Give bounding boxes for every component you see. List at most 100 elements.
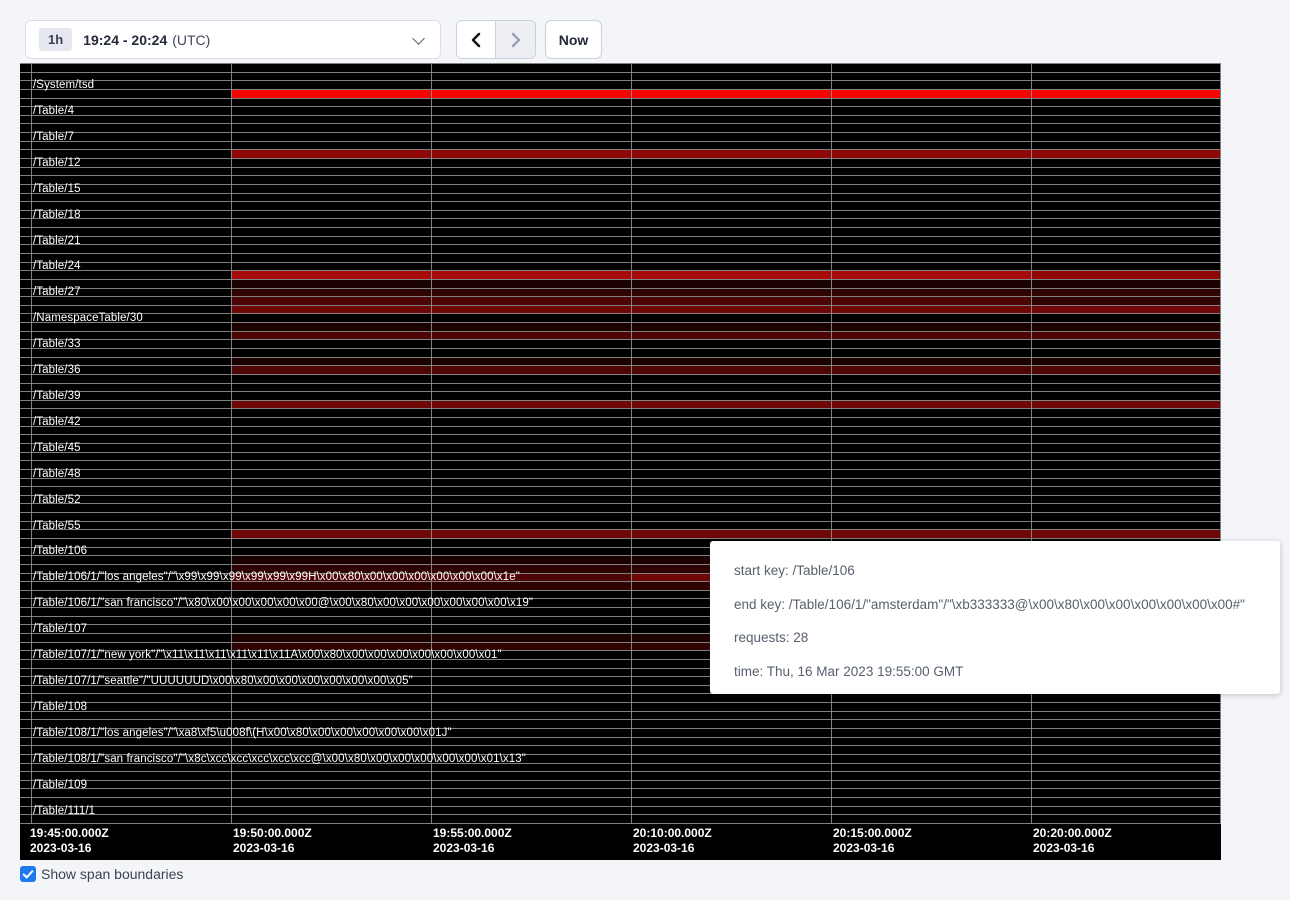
x-axis-tick: 20:15:00.000Z2023-03-16	[833, 826, 912, 856]
heat-band	[231, 90, 431, 98]
heat-band	[631, 530, 831, 538]
tooltip-time: time: Thu, 16 Mar 2023 19:55:00 GMT	[734, 661, 1256, 682]
heat-band	[1031, 297, 1220, 305]
row-key-label: /Table/18	[33, 209, 81, 221]
tooltip-requests: requests: 28	[734, 627, 1256, 648]
heat-band	[231, 289, 431, 297]
heat-band	[231, 634, 431, 642]
next-interval-button[interactable]	[496, 21, 535, 58]
span-boundary-line	[20, 460, 1221, 461]
span-boundary-line	[20, 175, 1221, 176]
span-boundary-line	[20, 80, 1221, 81]
span-boundary-line	[20, 434, 1221, 435]
heat-band	[831, 530, 1031, 538]
heatmap-canvas[interactable]: /System/tsd/Table/4/Table/7/Table/12/Tab…	[20, 63, 1221, 860]
x-axis-tick-date: 2023-03-16	[433, 841, 512, 856]
span-boundary-line	[20, 486, 1221, 487]
heat-band	[631, 323, 831, 331]
prev-interval-button[interactable]	[457, 21, 496, 58]
range-tooltip: start key: /Table/106 end key: /Table/10…	[710, 541, 1280, 694]
span-boundary-line	[20, 823, 1221, 824]
show-span-boundaries-label: Show span boundaries	[41, 866, 183, 882]
heat-band	[231, 358, 431, 366]
heat-band	[831, 289, 1031, 297]
heat-band	[631, 358, 831, 366]
heat-band	[231, 366, 431, 374]
span-boundary-line	[20, 745, 1221, 746]
time-range-dropdown[interactable]: 1h 19:24 - 20:24 (UTC)	[25, 20, 441, 59]
heat-band	[431, 401, 631, 409]
span-boundary-line	[20, 123, 1221, 124]
span-boundary-line	[20, 538, 1221, 539]
span-boundary-line	[20, 63, 1221, 64]
heat-band	[631, 401, 831, 409]
heat-band	[631, 90, 831, 98]
row-key-label: /Table/108	[33, 701, 87, 713]
span-boundary-line	[20, 106, 1221, 107]
heat-band	[431, 271, 631, 279]
row-key-label: /Table/4	[33, 105, 74, 117]
heat-band	[431, 530, 631, 538]
span-boundary-line	[20, 296, 1221, 297]
heat-band	[1031, 358, 1220, 366]
time-range-chip: 1h	[39, 28, 72, 51]
now-button[interactable]: Now	[545, 20, 602, 59]
span-boundary-line	[20, 218, 1221, 219]
span-boundary-line	[20, 495, 1221, 496]
x-axis-tick-date: 2023-03-16	[633, 841, 712, 856]
span-boundary-line	[20, 374, 1221, 375]
span-boundary-line	[20, 771, 1221, 772]
span-boundary-line	[20, 288, 1221, 289]
heat-band	[231, 297, 431, 305]
span-boundary-line	[20, 426, 1221, 427]
heat-band	[231, 323, 431, 331]
heat-band	[1031, 401, 1220, 409]
row-key-label: /Table/39	[33, 390, 81, 402]
heat-band	[431, 289, 631, 297]
span-boundary-line	[20, 279, 1221, 280]
heat-band	[831, 297, 1031, 305]
span-boundary-line	[20, 227, 1221, 228]
heat-band	[231, 271, 431, 279]
heat-band	[1031, 280, 1220, 288]
span-boundary-line	[20, 141, 1221, 142]
span-boundary-line	[20, 478, 1221, 479]
span-boundary-line	[20, 383, 1221, 384]
heat-band	[631, 271, 831, 279]
row-key-label: /Table/111/1	[33, 805, 95, 817]
span-boundary-line	[20, 417, 1221, 418]
x-axis-tick-time: 20:15:00.000Z	[833, 826, 912, 841]
span-boundary-line	[20, 89, 1221, 90]
span-boundary-line	[20, 184, 1221, 185]
heat-band	[431, 280, 631, 288]
row-key-label: /Table/7	[33, 131, 74, 143]
span-boundary-line	[20, 814, 1221, 815]
row-key-label: /Table/108/1/"san francisco"/"\x8c\xcc\x…	[33, 753, 526, 765]
heat-band	[431, 366, 631, 374]
span-boundary-line	[20, 262, 1221, 263]
row-key-label: /Table/12	[33, 157, 81, 169]
heat-band	[431, 358, 631, 366]
heat-band	[631, 332, 831, 340]
span-boundary-line	[20, 357, 1221, 358]
row-key-label: /Table/42	[33, 416, 81, 428]
heat-band	[431, 556, 631, 564]
show-span-boundaries-checkbox[interactable]	[20, 866, 36, 882]
span-boundary-line	[20, 806, 1221, 807]
x-axis-tick-time: 20:20:00.000Z	[1033, 826, 1112, 841]
row-key-label: /Table/24	[33, 260, 81, 272]
span-boundary-line	[20, 305, 1221, 306]
heat-band	[831, 366, 1031, 374]
heat-band	[631, 306, 831, 314]
heat-band	[431, 323, 631, 331]
span-boundary-line	[20, 503, 1221, 504]
heat-band	[1031, 289, 1220, 297]
x-axis-tick-date: 2023-03-16	[833, 841, 912, 856]
span-boundary-line	[20, 443, 1221, 444]
heat-band	[631, 366, 831, 374]
row-key-label: /Table/45	[33, 442, 81, 454]
x-axis-tick-date: 2023-03-16	[1033, 841, 1112, 856]
span-boundary-line	[20, 391, 1221, 392]
row-key-label: /Table/108/1/"los angeles"/"\xa8\xf5\u00…	[33, 727, 452, 739]
span-boundary-line	[20, 529, 1221, 530]
